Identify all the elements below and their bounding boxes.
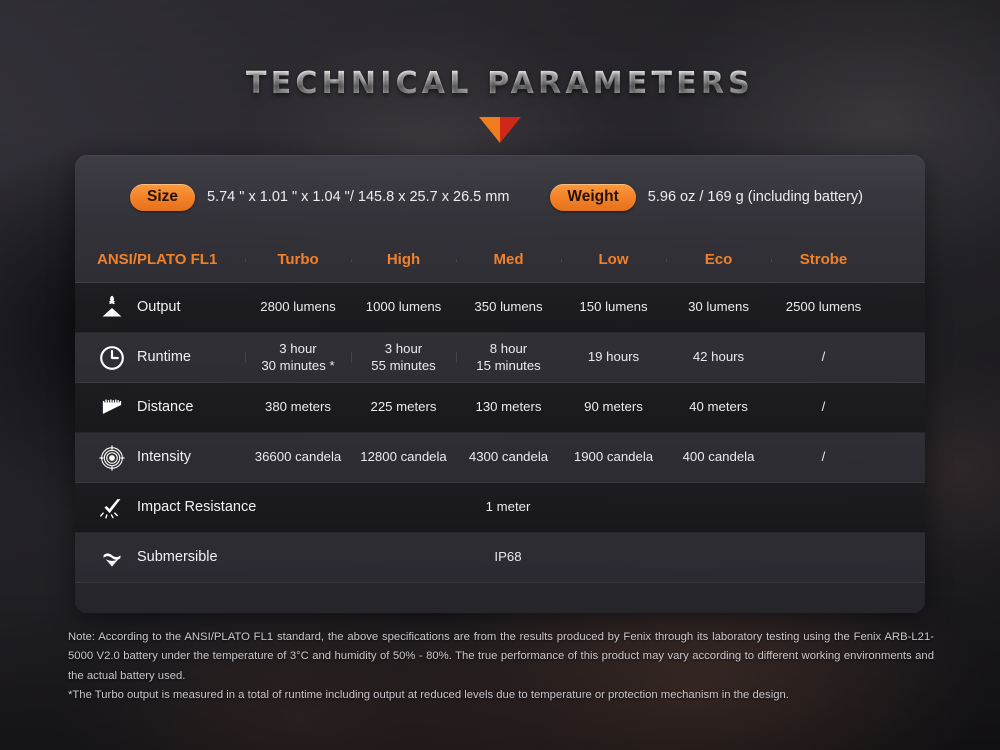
column-header-med: Med	[456, 251, 561, 269]
cell-line-1: 3 hour	[279, 341, 317, 357]
cell-output-low: 150 lumens	[561, 299, 666, 315]
table-row: Output 2800 lumens 1000 lumens 350 lumen…	[75, 283, 925, 333]
row-label-runtime: Runtime	[83, 343, 245, 373]
table-row: Distance 380 meters 225 meters 130 meter…	[75, 383, 925, 433]
cell-runtime-high: 3 hour 55 minutes	[351, 341, 456, 373]
row-label-submersible: Submersible	[83, 543, 245, 573]
column-header-standard: ANSI/PLATO FL1	[97, 251, 218, 269]
column-header-eco: Eco	[666, 251, 771, 269]
cell-submersible-value: IP68	[245, 549, 771, 565]
column-header-strobe: Strobe	[771, 251, 876, 269]
row-label-distance: Distance	[83, 393, 245, 423]
cell-output-eco: 30 lumens	[666, 299, 771, 315]
column-header-high: High	[351, 251, 456, 269]
table-row: Runtime 3 hour 30 minutes * 3 hour 55 mi…	[75, 333, 925, 383]
weight-value: 5.96 oz / 169 g (including battery)	[647, 189, 863, 205]
cell-intensity-med: 4300 candela	[456, 449, 561, 465]
cell-runtime-turbo: 3 hour 30 minutes *	[245, 341, 351, 373]
row-label-text: Impact Resistance	[137, 498, 257, 515]
table-row: Impact Resistance 1 meter	[75, 483, 925, 533]
cell-output-high: 1000 lumens	[351, 299, 456, 315]
row-label-text: Output	[137, 298, 181, 315]
impact-check-icon	[100, 498, 121, 519]
cell-intensity-strobe: /	[771, 449, 876, 465]
summary-strip: Size 5.74 " x 1.01 " x 1.04 "/ 145.8 x 2…	[75, 155, 925, 239]
cell-intensity-low: 1900 candela	[561, 449, 666, 465]
footnote: Note: According to the ANSI/PLATO FL1 st…	[68, 628, 934, 706]
row-label-output: Output	[83, 293, 245, 323]
cell-distance-turbo: 380 meters	[245, 399, 351, 415]
page-title: TECHNICAL PARAMETERS	[0, 66, 1000, 101]
spec-card: Size 5.74 " x 1.01 " x 1.04 "/ 145.8 x 2…	[75, 155, 925, 613]
sunburst-icon	[102, 295, 122, 316]
row-label-text: Submersible	[137, 548, 218, 565]
footnote-line-2: *The Turbo output is measured in a total…	[68, 689, 789, 702]
row-label-impact-resistance: Impact Resistance	[83, 493, 256, 523]
column-header-low: Low	[561, 251, 666, 269]
page-heading: TECHNICAL PARAMETERS	[0, 66, 1000, 148]
cell-intensity-turbo: 36600 candela	[245, 449, 351, 465]
cell-runtime-low: 19 hours	[561, 349, 666, 365]
cell-impact-resistance-value: 1 meter	[245, 499, 771, 515]
cell-output-med: 350 lumens	[456, 299, 561, 315]
cell-distance-med: 130 meters	[456, 399, 561, 415]
cell-intensity-high: 12800 candela	[351, 449, 456, 465]
row-label-text: Runtime	[137, 348, 191, 365]
cell-distance-high: 225 meters	[351, 399, 456, 415]
cell-distance-low: 90 meters	[561, 399, 666, 415]
weight-group: Weight 5.96 oz / 169 g (including batter…	[550, 183, 863, 211]
cell-distance-strobe: /	[771, 399, 876, 415]
table-row: Intensity 36600 candela 12800 candela 43…	[75, 433, 925, 483]
cell-line-2: 30 minutes *	[261, 357, 335, 373]
cell-distance-eco: 40 meters	[666, 399, 771, 415]
target-icon	[99, 444, 125, 471]
row-label-text: Intensity	[137, 448, 191, 465]
cell-output-strobe: 2500 lumens	[771, 299, 876, 315]
chevron-down-icon	[479, 117, 521, 143]
cell-intensity-eco: 400 candela	[666, 449, 771, 465]
cell-runtime-eco: 42 hours	[666, 349, 771, 365]
cell-runtime-med: 8 hour 15 minutes	[456, 341, 561, 373]
table-row: Submersible IP68	[75, 533, 925, 583]
row-label-text: Distance	[137, 398, 194, 415]
footnote-line-1: Note: According to the ANSI/PLATO FL1 st…	[68, 631, 934, 682]
beam-ruler-icon	[102, 399, 122, 414]
cell-runtime-strobe: /	[771, 349, 876, 365]
cell-line-1: 3 hour	[384, 341, 423, 357]
row-label-intensity: Intensity	[83, 443, 245, 473]
column-header-turbo: Turbo	[245, 251, 351, 269]
cell-line-2: 15 minutes	[476, 357, 541, 373]
water-waves-icon	[103, 552, 121, 566]
size-value: 5.74 " x 1.01 " x 1.04 "/ 145.8 x 25.7 x…	[207, 189, 510, 205]
cell-output-turbo: 2800 lumens	[245, 299, 351, 315]
cell-line-1: 8 hour	[489, 341, 528, 357]
table-header-row: ANSI/PLATO FL1 Turbo High Med Low Eco St…	[75, 239, 925, 283]
size-pill: Size	[130, 183, 196, 211]
cell-line-2: 55 minutes	[371, 357, 436, 373]
weight-pill: Weight	[550, 183, 636, 211]
clock-icon	[100, 345, 124, 370]
